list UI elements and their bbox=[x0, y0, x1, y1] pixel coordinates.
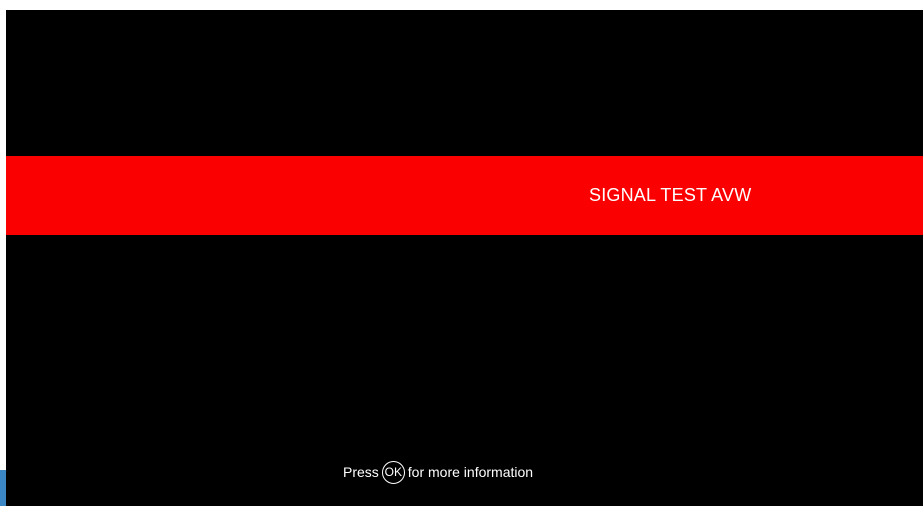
tv-screen: SIGNAL TEST AVW Press OK for more inform… bbox=[6, 10, 923, 506]
info-hint: Press OK for more information bbox=[343, 459, 533, 485]
hint-suffix: for more information bbox=[407, 464, 534, 480]
hint-prefix: Press bbox=[343, 464, 379, 480]
signal-test-banner: SIGNAL TEST AVW bbox=[6, 156, 923, 235]
banner-label: SIGNAL TEST AVW bbox=[589, 185, 752, 205]
ok-button-icon[interactable]: OK bbox=[381, 460, 405, 484]
